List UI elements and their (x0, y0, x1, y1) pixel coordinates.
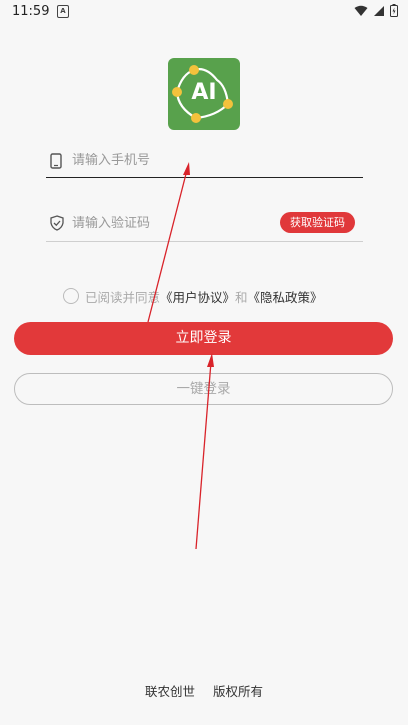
logo-text: AI (191, 80, 217, 105)
footer-rights: 版权所有 (212, 684, 263, 699)
wifi-icon (354, 5, 368, 16)
code-input[interactable] (72, 216, 272, 231)
app-logo: AI (168, 58, 240, 130)
system-icons (354, 4, 398, 17)
agreement-conjunction: 和 (235, 289, 248, 305)
battery-icon (390, 4, 398, 17)
phone-icon (50, 153, 62, 169)
agreement-prefix: 已阅读并同意 (85, 289, 161, 305)
phone-input[interactable] (72, 153, 272, 168)
status-bar: 11:59 A (0, 0, 408, 24)
shield-icon (50, 215, 64, 231)
login-button[interactable]: 立即登录 (14, 322, 393, 355)
agreement-row: 已阅读并同意 《用户协议》 和 《隐私政策》 (63, 286, 323, 306)
agreement-checkbox[interactable] (63, 288, 79, 304)
annotation-arrowhead-login (207, 353, 214, 367)
footer-company: 联农创世 (144, 684, 195, 699)
phone-field (46, 147, 363, 178)
signal-icon (374, 5, 384, 16)
get-code-button[interactable]: 获取验证码 (280, 212, 355, 233)
user-agreement-link[interactable]: 《用户协议》 (160, 287, 235, 306)
notification-icon: A (57, 5, 69, 18)
quick-login-button[interactable]: 一键登录 (14, 373, 393, 405)
privacy-policy-link[interactable]: 《隐私政策》 (248, 287, 323, 306)
code-field: 获取验证码 (46, 207, 363, 242)
status-time: 11:59 (12, 4, 50, 19)
footer: 联农创世 版权所有 (0, 681, 408, 700)
